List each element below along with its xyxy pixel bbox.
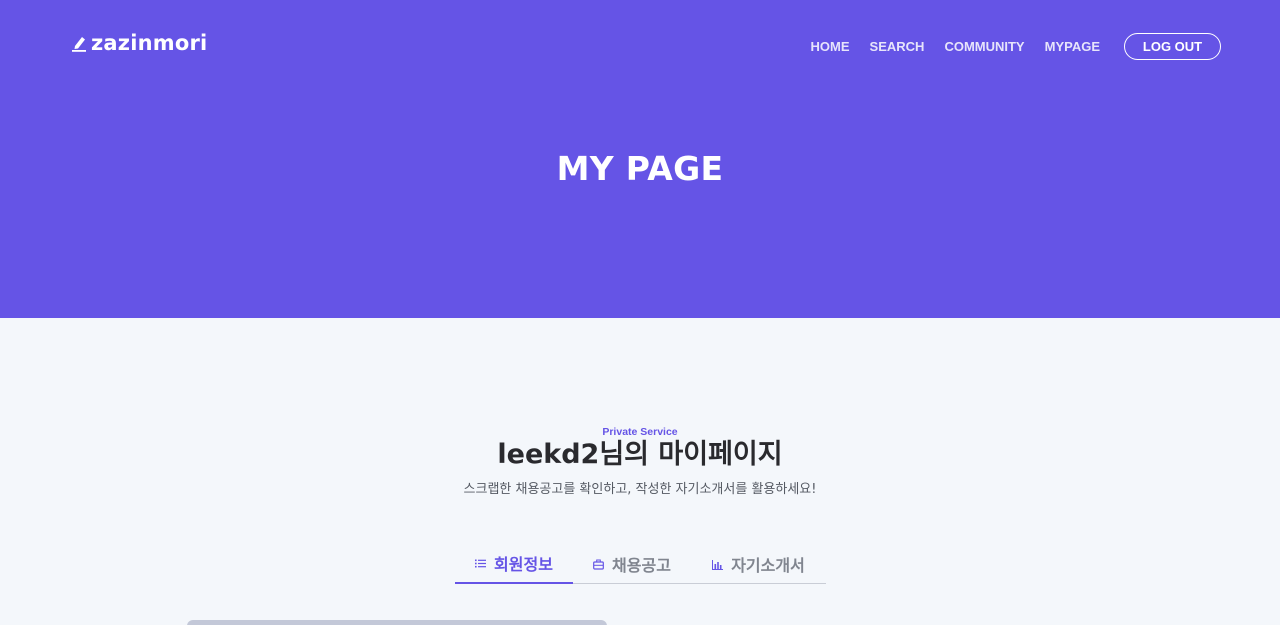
brand-logo[interactable]: zazinmori [71, 30, 207, 56]
tab-member-info[interactable]: 회원정보 [455, 544, 573, 584]
pencil-icon [72, 37, 86, 52]
tab-label: 채용공고 [612, 556, 671, 575]
nav-mypage[interactable]: MYPAGE [1045, 34, 1100, 60]
mypage-tabs: 회원정보 채용공고 자기소개서 [455, 544, 826, 584]
logout-button[interactable]: LOG OUT [1124, 33, 1221, 60]
brand-name: zazinmori [91, 31, 208, 55]
briefcase-icon [593, 559, 604, 570]
bar-chart-icon [712, 559, 724, 570]
list-icon [475, 559, 487, 567]
tab-label: 회원정보 [494, 555, 553, 574]
member-info-card [187, 620, 607, 625]
greeting-subtitle: 스크랩한 채용공고를 확인하고, 작성한 자기소개서를 활용하세요! [463, 482, 817, 497]
nav-community[interactable]: COMMUNITY [944, 34, 1024, 60]
greeting-heading: leekd2님의 마이페이지 [497, 439, 783, 470]
page-title: MY PAGE [556, 149, 724, 188]
nav-home[interactable]: HOME [811, 34, 850, 60]
hero-banner: zazinmori HOME SEARCH COMMUNITY MYPAGE L… [0, 0, 1280, 318]
tab-cover-letters[interactable]: 자기소개서 [691, 544, 826, 584]
tab-label: 자기소개서 [731, 556, 805, 575]
tab-job-postings[interactable]: 채용공고 [573, 544, 691, 584]
nav-search[interactable]: SEARCH [870, 34, 925, 60]
main-nav: HOME SEARCH COMMUNITY MYPAGE LOG OUT [811, 33, 1221, 60]
